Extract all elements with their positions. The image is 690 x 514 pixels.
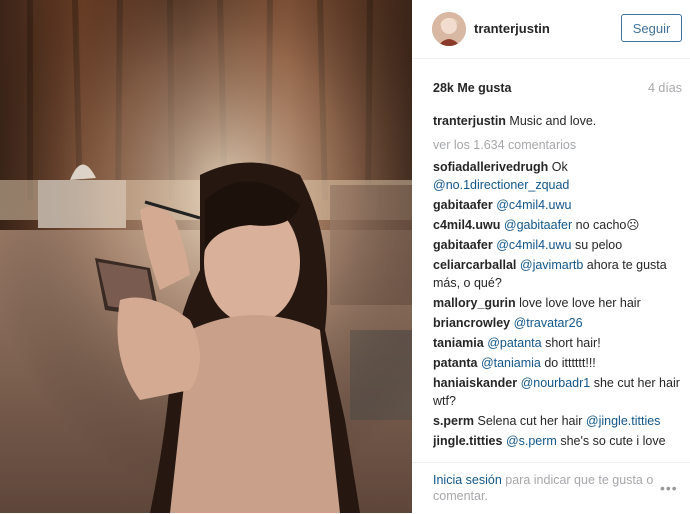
- comment-text: no cacho☹: [575, 218, 640, 232]
- view-all-comments-link[interactable]: ver los 1.634 comentarios: [433, 136, 685, 154]
- comment-mention[interactable]: @c4mil4.uwu: [496, 198, 571, 212]
- comment-text: short hair!: [545, 336, 601, 350]
- login-link[interactable]: Inicia sesión: [433, 473, 502, 487]
- comment-item: jingle.titties @s.perm she's so cute i l…: [433, 432, 685, 450]
- post-footer: Inicia sesión para indicar que te gusta …: [412, 462, 690, 514]
- comment-text: Selena cut her hair: [477, 414, 583, 428]
- comment-username[interactable]: gabitaafer: [433, 198, 493, 212]
- comment-username[interactable]: taniamia: [433, 336, 484, 350]
- comment-mention[interactable]: @travatar26: [514, 316, 583, 330]
- comment-username[interactable]: mallory_gurin: [433, 296, 516, 310]
- comment-item: sofiadallerivedrugh Ok @no.1directioner_…: [433, 158, 685, 194]
- comment-username[interactable]: c4mil4.uwu: [433, 218, 500, 232]
- comment-item: s.perm Selena cut her hair @jingle.titti…: [433, 412, 685, 430]
- comment-text: su peloo: [574, 238, 623, 252]
- comment-mention[interactable]: @taniamia: [481, 356, 541, 370]
- comment-username[interactable]: s.perm: [433, 414, 474, 428]
- caption-text: Music and love.: [509, 114, 597, 128]
- comment-username[interactable]: briancrowley: [433, 316, 510, 330]
- comment-mention[interactable]: @gabitaafer: [504, 218, 572, 232]
- comment-item: gabitaafer @c4mil4.uwu: [433, 196, 685, 214]
- post-sidebar: tranterjustin Seguir 28k Me gusta 4 días…: [412, 0, 690, 513]
- login-prompt: Inicia sesión para indicar que te gusta …: [433, 472, 658, 504]
- comment-mention[interactable]: @s.perm: [506, 434, 557, 448]
- comment-mention[interactable]: @patanta: [487, 336, 541, 350]
- caption: tranterjustin Music and love.: [433, 112, 685, 130]
- comment-username[interactable]: jingle.titties: [433, 434, 502, 448]
- comment-item: patanta @taniamia do itttttt!!!: [433, 354, 685, 372]
- comment-username[interactable]: haniaiskander: [433, 376, 517, 390]
- comment-username[interactable]: gabitaafer: [433, 238, 493, 252]
- comment-item: mallory_gurin love love love her hair: [433, 294, 685, 312]
- comment-mention[interactable]: @no.1directioner_zquad: [433, 178, 569, 192]
- username-link[interactable]: tranterjustin: [474, 21, 550, 36]
- comments-list[interactable]: tranterjustin Music and love. ver los 1.…: [433, 112, 685, 462]
- comment-text: she's so cute i love: [560, 434, 666, 448]
- caption-username[interactable]: tranterjustin: [433, 114, 506, 128]
- avatar[interactable]: [432, 12, 466, 46]
- post-time[interactable]: 4 días: [648, 81, 682, 95]
- comment-text: Ok: [551, 160, 568, 174]
- comment-item: haniaiskander @nourbadr1 she cut her hai…: [433, 374, 685, 410]
- post-photo[interactable]: [0, 0, 412, 513]
- comment-mention[interactable]: @nourbadr1: [521, 376, 591, 390]
- comment-username[interactable]: patanta: [433, 356, 477, 370]
- more-options-icon[interactable]: •••: [660, 480, 682, 496]
- likes-count[interactable]: 28k Me gusta: [433, 81, 512, 95]
- comment-item: taniamia @patanta short hair!: [433, 334, 685, 352]
- comment-username[interactable]: celiarcarballal: [433, 258, 516, 272]
- photo-illustration: [0, 0, 412, 513]
- comment-text: do itttttt!!!: [544, 356, 596, 370]
- comment-username[interactable]: sofiadallerivedrugh: [433, 160, 548, 174]
- comment-mention[interactable]: @javimartb: [520, 258, 583, 272]
- follow-button[interactable]: Seguir: [621, 14, 682, 42]
- comment-mention[interactable]: @c4mil4.uwu: [496, 238, 571, 252]
- comment-item: gabitaafer @c4mil4.uwu su peloo: [433, 236, 685, 254]
- comment-item: celiarcarballal @javimartb ahora te gust…: [433, 256, 685, 292]
- comment-mention[interactable]: @jingle.titties: [586, 414, 661, 428]
- comment-text: love love love her hair: [519, 296, 641, 310]
- comment-item: briancrowley @travatar26: [433, 314, 685, 332]
- comment-item: c4mil4.uwu @gabitaafer no cacho☹: [433, 216, 685, 234]
- post-header: tranterjustin Seguir: [412, 0, 690, 59]
